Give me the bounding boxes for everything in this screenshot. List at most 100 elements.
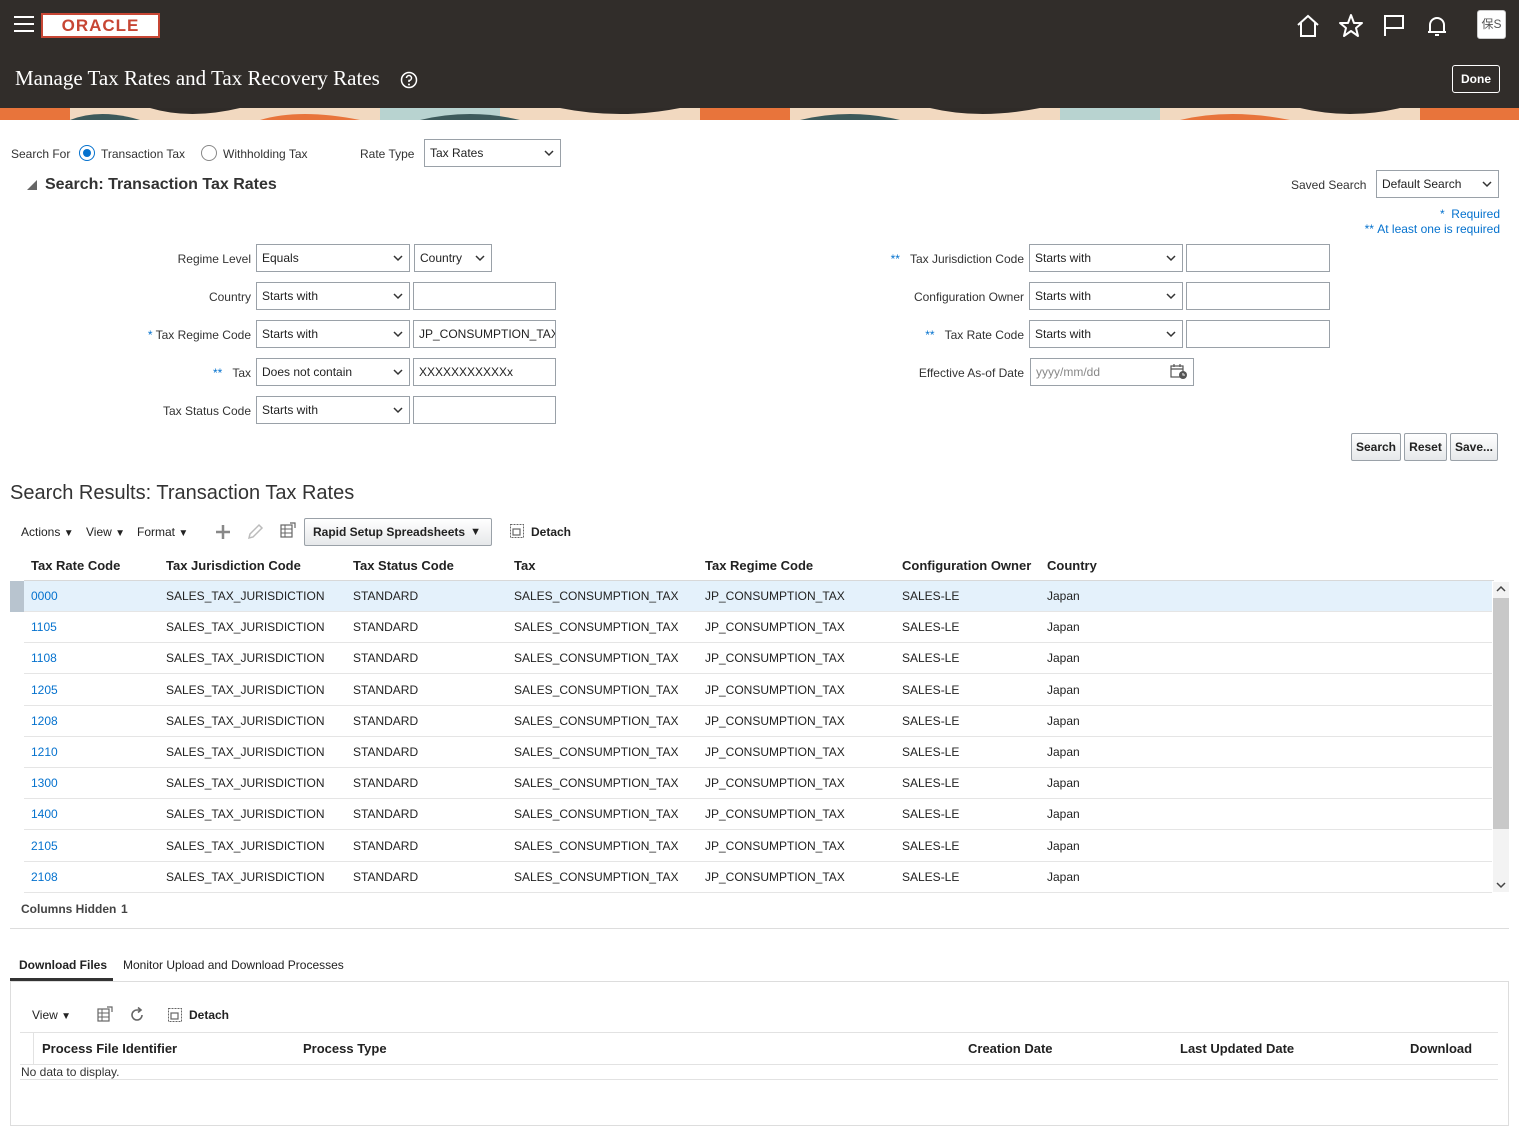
reset-button[interactable]: Reset (1404, 433, 1447, 461)
configuration-owner-operator-select[interactable]: Starts with (1029, 282, 1183, 310)
user-avatar[interactable]: 保S (1477, 10, 1506, 39)
cell-tax-jurisdiction-code: SALES_TAX_JURISDICTION (166, 651, 325, 665)
cell-tax-rate-code-link[interactable]: 1210 (31, 745, 58, 759)
search-button[interactable]: Search (1351, 433, 1401, 461)
edit-icon[interactable] (246, 523, 264, 541)
add-icon[interactable] (214, 523, 232, 541)
chevron-down-icon (544, 150, 554, 157)
bell-icon[interactable] (1423, 12, 1451, 40)
radio-transaction-tax-label[interactable]: Transaction Tax (101, 147, 185, 161)
tax-input[interactable]: XXXXXXXXXXXx (413, 358, 556, 386)
table-row[interactable]: 0000 SALES_TAX_JURISDICTION STANDARD SALES_… (24, 581, 1492, 612)
columns-hidden-label: Columns Hidden (21, 902, 117, 916)
bottom-detach-label[interactable]: Detach (189, 1008, 229, 1022)
cell-country: Japan (1047, 651, 1080, 665)
cell-tax-rate-code-link[interactable]: 1205 (31, 683, 58, 697)
col-header-tax-status-code[interactable]: Tax Status Code (353, 558, 454, 573)
table-row[interactable]: 1208 SALES_TAX_JURISDICTION STANDARD SALES_… (24, 706, 1492, 737)
scroll-down-icon[interactable] (1496, 880, 1506, 890)
tab-download-files[interactable]: Download Files (19, 958, 107, 972)
table-row[interactable]: 1400 SALES_TAX_JURISDICTION STANDARD SALES_… (24, 799, 1492, 830)
export-icon[interactable] (278, 522, 296, 540)
table-row[interactable]: 1108 SALES_TAX_JURISDICTION STANDARD SALES_… (24, 643, 1492, 674)
bottom-view-menu[interactable]: View ▼ (32, 1008, 71, 1022)
regime-level-operator-select[interactable]: Equals (256, 244, 410, 272)
tax-operator-select[interactable]: Does not contain (256, 358, 410, 386)
cell-tax-status-code: STANDARD (353, 776, 419, 790)
cell-tax: SALES_CONSUMPTION_TAX (514, 839, 679, 853)
radio-withholding-tax-label[interactable]: Withholding Tax (223, 147, 308, 161)
col-header-configuration-owner[interactable]: Configuration Owner (902, 558, 1031, 573)
row-selector[interactable] (10, 581, 24, 612)
cell-tax-rate-code-link[interactable]: 1108 (31, 651, 57, 665)
saved-search-select[interactable]: Default Search (1376, 170, 1499, 198)
col-header-tax-jurisdiction-code[interactable]: Tax Jurisdiction Code (166, 558, 301, 573)
tax-jurisdiction-code-input[interactable] (1186, 244, 1330, 272)
save-search-button[interactable]: Save... (1450, 433, 1498, 461)
table-row[interactable]: 2108 SALES_TAX_JURISDICTION STANDARD SALES_… (24, 862, 1492, 893)
country-operator-select[interactable]: Starts with (256, 282, 410, 310)
help-icon[interactable] (400, 71, 418, 89)
detach-icon[interactable] (167, 1007, 183, 1023)
menu-icon[interactable] (14, 16, 34, 32)
format-menu[interactable]: Format ▼ (137, 525, 188, 539)
tab-monitor-processes[interactable]: Monitor Upload and Download Processes (123, 958, 344, 972)
table-row[interactable]: 1105 SALES_TAX_JURISDICTION STANDARD SALES_… (24, 612, 1492, 643)
cell-tax-regime-code: JP_CONSUMPTION_TAX (705, 620, 845, 634)
tax-rate-code-input[interactable] (1186, 320, 1330, 348)
tax-jurisdiction-code-label: ** Tax Jurisdiction Code (890, 252, 1024, 266)
collapse-triangle-icon[interactable] (26, 179, 38, 191)
col-header-download[interactable]: Download (1410, 1041, 1472, 1056)
actions-menu[interactable]: Actions ▼ (21, 525, 74, 539)
cell-tax-rate-code-link[interactable]: 0000 (31, 589, 58, 603)
detach-label[interactable]: Detach (531, 525, 571, 539)
table-row[interactable]: 1300 SALES_TAX_JURISDICTION STANDARD SALES_… (24, 768, 1492, 799)
cell-tax-status-code: STANDARD (353, 714, 419, 728)
calendar-icon[interactable] (1170, 364, 1188, 380)
table-row[interactable]: 1205 SALES_TAX_JURISDICTION STANDARD SALES_… (24, 675, 1492, 706)
detach-icon[interactable] (509, 523, 525, 539)
star-icon[interactable] (1337, 12, 1365, 40)
table-scrollbar-thumb[interactable] (1493, 598, 1509, 829)
flag-icon[interactable] (1380, 12, 1408, 40)
tax-jurisdiction-code-operator-select[interactable]: Starts with (1029, 244, 1183, 272)
col-header-last-updated-date[interactable]: Last Updated Date (1180, 1041, 1294, 1056)
chevron-down-icon (475, 255, 485, 262)
table-row[interactable]: 2105 SALES_TAX_JURISDICTION STANDARD SALES_… (24, 831, 1492, 862)
country-input[interactable] (413, 282, 556, 310)
tax-regime-code-input[interactable]: JP_CONSUMPTION_TAX (413, 320, 556, 348)
refresh-icon[interactable] (128, 1006, 146, 1024)
cell-tax-rate-code-link[interactable]: 1300 (31, 776, 58, 790)
done-button[interactable]: Done (1452, 65, 1500, 93)
tax-status-code-operator-select[interactable]: Starts with (256, 396, 410, 424)
home-icon[interactable] (1294, 12, 1322, 40)
cell-tax-rate-code-link[interactable]: 1105 (31, 620, 57, 634)
col-header-process-type[interactable]: Process Type (303, 1041, 387, 1056)
regime-level-label: Regime Level (177, 252, 251, 266)
tax-status-code-input[interactable] (413, 396, 556, 424)
configuration-owner-input[interactable] (1186, 282, 1330, 310)
col-header-tax-rate-code[interactable]: Tax Rate Code (31, 558, 120, 573)
cell-tax-rate-code-link[interactable]: 1208 (31, 714, 58, 728)
cell-tax-rate-code-link[interactable]: 2108 (31, 870, 58, 884)
table-row[interactable]: 1210 SALES_TAX_JURISDICTION STANDARD SALES_… (24, 737, 1492, 768)
tax-rate-code-operator-select[interactable]: Starts with (1029, 320, 1183, 348)
col-header-creation-date[interactable]: Creation Date (968, 1041, 1053, 1056)
col-header-tax[interactable]: Tax (514, 558, 535, 573)
col-header-country[interactable]: Country (1047, 558, 1097, 573)
radio-withholding-tax[interactable] (201, 145, 217, 161)
cell-tax-rate-code-link[interactable]: 2105 (31, 839, 58, 853)
rate-type-select[interactable]: Tax Rates (424, 139, 561, 167)
tax-regime-code-operator-select[interactable]: Starts with (256, 320, 410, 348)
radio-transaction-tax[interactable] (79, 145, 95, 161)
export-icon[interactable] (95, 1006, 113, 1024)
col-header-tax-regime-code[interactable]: Tax Regime Code (705, 558, 813, 573)
view-menu[interactable]: View ▼ (86, 525, 125, 539)
dropdown-arrow-icon: ▼ (470, 526, 481, 538)
oracle-logo[interactable]: ORACLE (41, 13, 160, 38)
rapid-setup-spreadsheets-button[interactable]: Rapid Setup Spreadsheets ▼ (304, 518, 492, 546)
col-header-process-file-identifier[interactable]: Process File Identifier (42, 1041, 177, 1056)
cell-tax-rate-code-link[interactable]: 1400 (31, 807, 58, 821)
regime-level-value-select[interactable]: Country (414, 244, 492, 272)
scroll-up-icon[interactable] (1496, 584, 1506, 594)
